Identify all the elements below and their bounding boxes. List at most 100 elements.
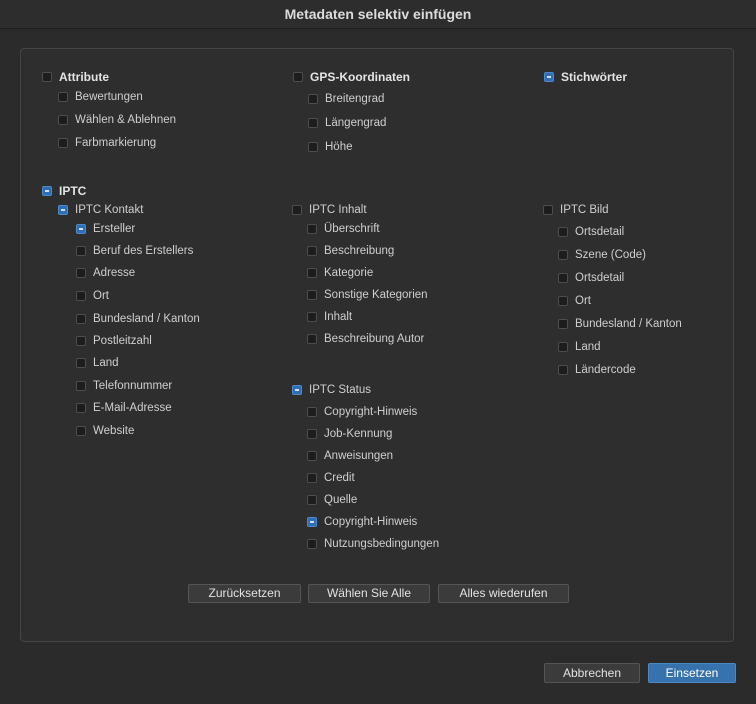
- checkbox-label: Postleitzahl: [93, 335, 152, 347]
- checkbox-job-kennung[interactable]: Job-Kennung: [307, 428, 392, 440]
- checkbox-box[interactable]: [58, 205, 68, 215]
- checkbox-ort[interactable]: Ort: [76, 290, 109, 302]
- checkbox-box[interactable]: [308, 94, 318, 104]
- checkbox-laengengrad[interactable]: Längengrad: [308, 117, 386, 129]
- checkbox-box[interactable]: [544, 72, 554, 82]
- checkbox-box[interactable]: [76, 358, 86, 368]
- checkbox-kategorie[interactable]: Kategorie: [307, 267, 373, 279]
- checkbox-ortsdetail[interactable]: Ortsdetail: [558, 226, 624, 238]
- checkbox-box[interactable]: [76, 314, 86, 324]
- checkbox-land[interactable]: Land: [76, 357, 119, 369]
- checkbox-email-adresse[interactable]: E-Mail-Adresse: [76, 402, 172, 414]
- checkbox-attribute[interactable]: Attribute: [42, 70, 109, 84]
- checkbox-box[interactable]: [58, 138, 68, 148]
- checkbox-box[interactable]: [76, 246, 86, 256]
- revoke-all-button[interactable]: Alles wiederufen: [438, 584, 569, 603]
- checkbox-hoehe[interactable]: Höhe: [308, 141, 353, 153]
- checkbox-iptc-status[interactable]: IPTC Status: [292, 384, 371, 396]
- checkbox-adresse[interactable]: Adresse: [76, 267, 135, 279]
- checkbox-ortsdetail-2[interactable]: Ortsdetail: [558, 272, 624, 284]
- insert-button[interactable]: Einsetzen: [648, 663, 736, 683]
- checkbox-inhalt[interactable]: Inhalt: [307, 311, 352, 323]
- checkbox-box[interactable]: [292, 385, 302, 395]
- checkbox-box[interactable]: [308, 118, 318, 128]
- checkbox-beschreibung[interactable]: Beschreibung: [307, 245, 394, 257]
- checkbox-box[interactable]: [308, 142, 318, 152]
- checkbox-label: Ort: [93, 290, 109, 302]
- checkbox-iptc-kontakt[interactable]: IPTC Kontakt: [58, 204, 143, 216]
- checkbox-box[interactable]: [558, 365, 568, 375]
- checkbox-box[interactable]: [558, 250, 568, 260]
- checkbox-szene-code[interactable]: Szene (Code): [558, 249, 646, 261]
- checkbox-box[interactable]: [307, 334, 317, 344]
- checkbox-box[interactable]: [76, 291, 86, 301]
- reset-button[interactable]: Zurücksetzen: [188, 584, 301, 603]
- checkbox-box[interactable]: [558, 227, 568, 237]
- checkbox-box[interactable]: [307, 539, 317, 549]
- checkbox-iptc-inhalt[interactable]: IPTC Inhalt: [292, 204, 367, 216]
- checkbox-beschreibung-autor[interactable]: Beschreibung Autor: [307, 333, 424, 345]
- checkbox-box[interactable]: [307, 407, 317, 417]
- checkbox-box[interactable]: [58, 92, 68, 102]
- checkbox-box[interactable]: [307, 517, 317, 527]
- checkbox-iptc-bild[interactable]: IPTC Bild: [543, 204, 609, 216]
- checkbox-box[interactable]: [76, 224, 86, 234]
- checkbox-label: Beschreibung: [324, 245, 395, 257]
- checkbox-ueberschrift[interactable]: Überschrift: [307, 223, 380, 235]
- checkbox-box[interactable]: [307, 312, 317, 322]
- checkbox-bild-ort[interactable]: Ort: [558, 295, 591, 307]
- checkbox-box[interactable]: [307, 429, 317, 439]
- checkbox-box[interactable]: [558, 273, 568, 283]
- checkbox-copyright-hinweis[interactable]: Copyright-Hinweis: [307, 406, 417, 418]
- checkbox-box[interactable]: [543, 205, 553, 215]
- checkbox-anweisungen[interactable]: Anweisungen: [307, 450, 393, 462]
- checkbox-box[interactable]: [307, 224, 317, 234]
- checkbox-sonstige-kategorien[interactable]: Sonstige Kategorien: [307, 289, 428, 301]
- checkbox-beruf-des-erstellers[interactable]: Beruf des Erstellers: [76, 245, 193, 257]
- checkbox-box[interactable]: [558, 319, 568, 329]
- cancel-button[interactable]: Abbrechen: [544, 663, 640, 683]
- checkbox-box[interactable]: [42, 186, 52, 196]
- checkbox-farbmarkierung[interactable]: Farbmarkierung: [58, 137, 156, 149]
- checkbox-postleitzahl[interactable]: Postleitzahl: [76, 335, 152, 347]
- checkbox-label: Adresse: [93, 267, 136, 279]
- checkbox-telefonnummer[interactable]: Telefonnummer: [76, 380, 172, 392]
- checkbox-box[interactable]: [558, 296, 568, 306]
- checkbox-credit[interactable]: Credit: [307, 472, 355, 484]
- checkbox-box[interactable]: [307, 246, 317, 256]
- checkbox-box[interactable]: [76, 403, 86, 413]
- checkbox-box[interactable]: [307, 268, 317, 278]
- checkbox-box[interactable]: [42, 72, 52, 82]
- checkbox-bild-bundesland-kanton[interactable]: Bundesland / Kanton: [558, 318, 682, 330]
- dialog-title: Metadaten selektiv einfügen: [0, 0, 756, 29]
- checkbox-label: Copyright-Hinweis: [324, 516, 418, 528]
- checkbox-box[interactable]: [307, 451, 317, 461]
- checkbox-box[interactable]: [76, 381, 86, 391]
- checkbox-bundesland-kanton[interactable]: Bundesland / Kanton: [76, 313, 200, 325]
- checkbox-ersteller[interactable]: Ersteller: [76, 223, 135, 235]
- checkbox-laendercode[interactable]: Ländercode: [558, 364, 636, 376]
- checkbox-waehlen-ablehnen[interactable]: Wählen & Ablehnen: [58, 114, 176, 126]
- checkbox-website[interactable]: Website: [76, 425, 134, 437]
- checkbox-box[interactable]: [58, 115, 68, 125]
- checkbox-bewertungen[interactable]: Bewertungen: [58, 91, 143, 103]
- checkbox-quelle[interactable]: Quelle: [307, 494, 357, 506]
- checkbox-stichwoerter[interactable]: Stichwörter: [544, 70, 627, 84]
- checkbox-box[interactable]: [76, 268, 86, 278]
- checkbox-iptc[interactable]: IPTC: [42, 184, 86, 198]
- checkbox-box[interactable]: [76, 426, 86, 436]
- checkbox-nutzungsbedingungen[interactable]: Nutzungsbedingungen: [307, 538, 439, 550]
- checkbox-box[interactable]: [293, 72, 303, 82]
- checkbox-gps-koordinaten[interactable]: GPS-Koordinaten: [293, 70, 410, 84]
- select-all-button[interactable]: Wählen Sie Alle: [308, 584, 430, 603]
- checkbox-label: Telefonnummer: [93, 380, 173, 392]
- checkbox-bild-land[interactable]: Land: [558, 341, 601, 353]
- checkbox-box[interactable]: [292, 205, 302, 215]
- checkbox-box[interactable]: [307, 495, 317, 505]
- checkbox-box[interactable]: [76, 336, 86, 346]
- checkbox-copyright-hinweis-2[interactable]: Copyright-Hinweis: [307, 516, 417, 528]
- checkbox-box[interactable]: [307, 473, 317, 483]
- checkbox-box[interactable]: [307, 290, 317, 300]
- checkbox-box[interactable]: [558, 342, 568, 352]
- checkbox-breitengrad[interactable]: Breitengrad: [308, 93, 384, 105]
